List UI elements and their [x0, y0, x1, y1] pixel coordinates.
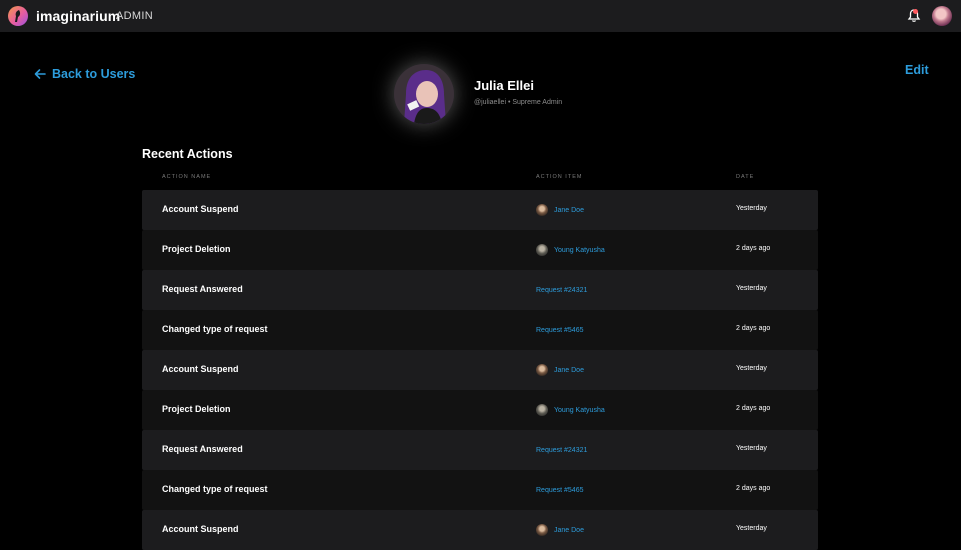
table-row[interactable]: Request Answered Request #24321 Yesterday: [142, 430, 818, 470]
action-name: Project Deletion: [162, 404, 231, 414]
action-item-link[interactable]: Jane Doe: [536, 363, 584, 377]
action-name: Account Suspend: [162, 204, 239, 214]
action-date: 2 days ago: [736, 485, 771, 492]
action-item-link[interactable]: Jane Doe: [536, 523, 584, 537]
action-item-avatar: [536, 364, 548, 376]
action-item-link[interactable]: Request #5465: [536, 483, 583, 497]
column-header-date: DATE: [736, 174, 755, 180]
action-name: Account Suspend: [162, 364, 239, 374]
action-date: Yesterday: [736, 445, 767, 452]
action-name: Changed type of request: [162, 324, 268, 334]
action-item-link[interactable]: Request #24321: [536, 283, 587, 297]
profile-avatar: [394, 64, 454, 124]
recent-actions-table: Account Suspend Jane Doe Yesterday Project …: [142, 190, 818, 550]
action-date: Yesterday: [736, 285, 767, 292]
column-header-action-name: ACTION NAME: [162, 174, 212, 180]
arrow-left-icon: [34, 69, 46, 79]
table-row[interactable]: Project Deletion Young Katyusha 2 days ago: [142, 390, 818, 430]
top-bar: imaginarium ADMIN: [0, 0, 961, 32]
table-row[interactable]: Changed type of request Request #5465 2 da…: [142, 310, 818, 350]
action-name: Account Suspend: [162, 524, 239, 534]
action-date: 2 days ago: [736, 245, 771, 252]
action-item-link[interactable]: Request #24321: [536, 443, 587, 457]
action-item-avatar: [536, 244, 548, 256]
action-date: 2 days ago: [736, 325, 771, 332]
back-to-users-link[interactable]: Back to Users: [34, 66, 135, 82]
action-name: Project Deletion: [162, 244, 231, 254]
action-item-label: Jane Doe: [554, 526, 584, 534]
action-item-link[interactable]: Request #5465: [536, 323, 583, 337]
action-item-label: Request #24321: [536, 286, 588, 294]
table-row[interactable]: Account Suspend Jane Doe Yesterday: [142, 510, 818, 550]
action-item-avatar: [536, 204, 548, 216]
action-item-label: Young Katyusha: [554, 246, 605, 254]
recent-actions-title: Recent Actions: [142, 147, 233, 161]
brand-name[interactable]: imaginarium: [36, 8, 120, 24]
action-item-label: Request #5465: [536, 326, 584, 334]
action-item-avatar: [536, 524, 548, 536]
action-item-avatar: [536, 404, 548, 416]
action-item-label: Jane Doe: [554, 206, 584, 214]
table-row[interactable]: Account Suspend Jane Doe Yesterday: [142, 190, 818, 230]
user-avatar[interactable]: [932, 6, 952, 26]
action-item-link[interactable]: Jane Doe: [536, 203, 584, 217]
back-label: Back to Users: [52, 67, 136, 81]
action-item-link[interactable]: Young Katyusha: [536, 243, 605, 257]
notification-badge: [913, 9, 918, 14]
action-date: Yesterday: [736, 365, 767, 372]
action-item-label: Request #24321: [536, 446, 588, 454]
edit-button[interactable]: Edit: [905, 63, 929, 77]
action-name: Request Answered: [162, 444, 243, 454]
profile-meta: @juliaellei • Supreme Admin: [474, 99, 563, 106]
profile-name: Julia Ellei: [474, 78, 534, 93]
action-date: 2 days ago: [736, 405, 771, 412]
action-item-link[interactable]: Young Katyusha: [536, 403, 605, 417]
action-name: Request Answered: [162, 284, 243, 294]
action-name: Changed type of request: [162, 484, 268, 494]
imaginarium-logo-icon[interactable]: [8, 6, 28, 26]
table-row[interactable]: Project Deletion Young Katyusha 2 days ago: [142, 230, 818, 270]
table-row[interactable]: Request Answered Request #24321 Yesterday: [142, 270, 818, 310]
action-item-label: Request #5465: [536, 486, 584, 494]
table-row[interactable]: Account Suspend Jane Doe Yesterday: [142, 350, 818, 390]
column-header-action-item: ACTION ITEM: [536, 174, 583, 180]
action-date: Yesterday: [736, 525, 767, 532]
admin-label: ADMIN: [116, 10, 153, 22]
action-item-label: Young Katyusha: [554, 406, 605, 414]
table-row[interactable]: Changed type of request Request #5465 2 da…: [142, 470, 818, 510]
action-item-label: Jane Doe: [554, 366, 584, 374]
action-date: Yesterday: [736, 205, 767, 212]
